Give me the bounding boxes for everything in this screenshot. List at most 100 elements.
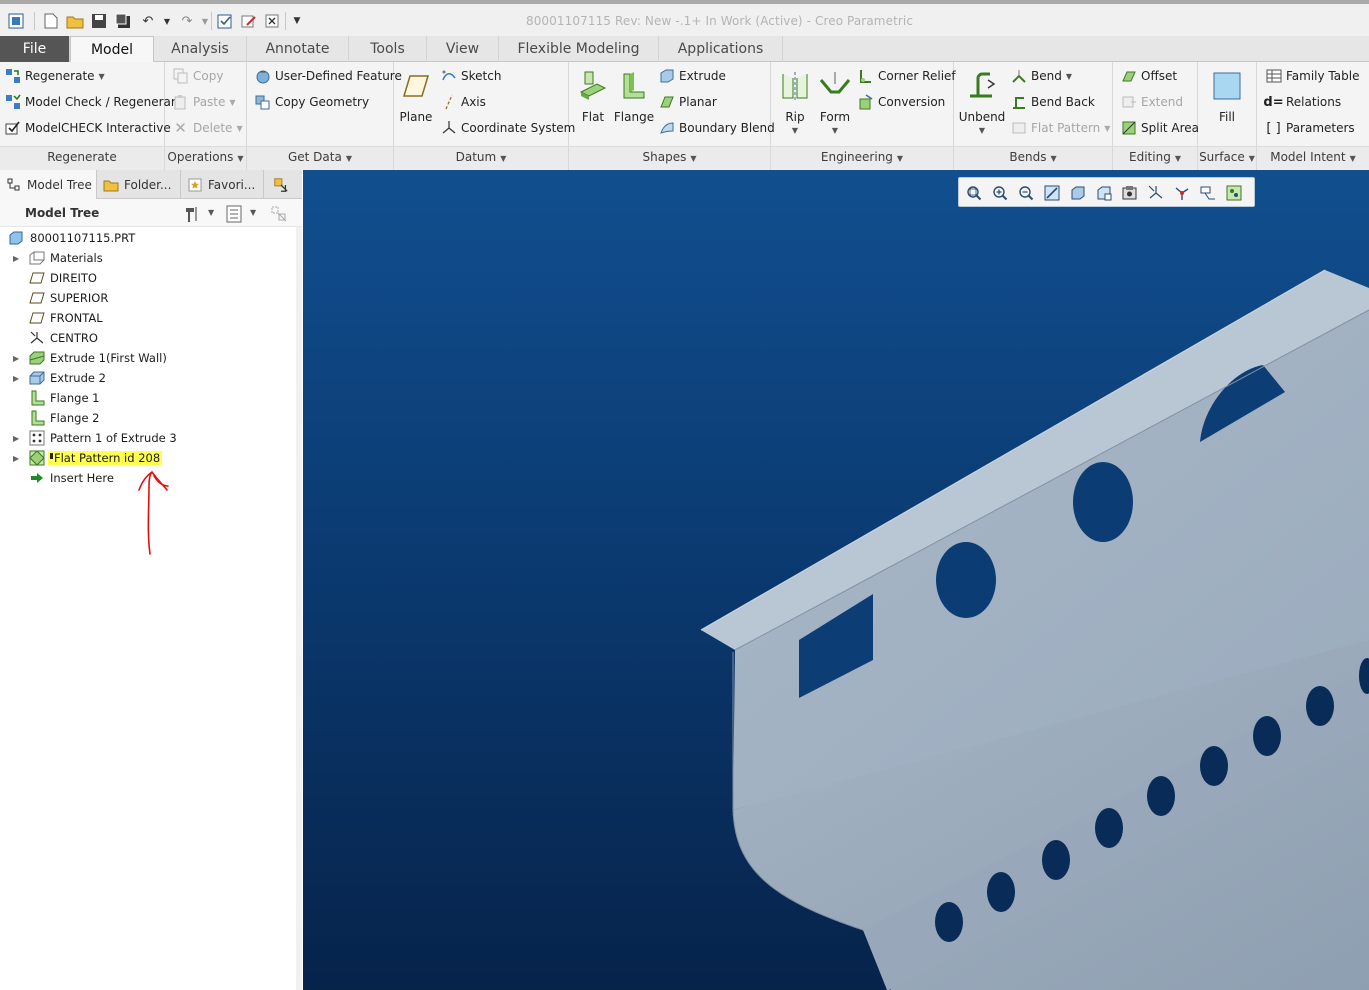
hammer-icon[interactable] bbox=[183, 205, 201, 222]
relations-button[interactable]: d= Relations bbox=[1263, 92, 1341, 112]
group-label-bends[interactable]: Bends ▼ bbox=[954, 150, 1112, 166]
chevron-down-icon[interactable]: ▼ bbox=[832, 126, 838, 135]
group-label-surface[interactable]: Surface ▼ bbox=[1198, 150, 1256, 166]
extend-button[interactable]: Extend bbox=[1120, 92, 1183, 112]
chevron-down-icon[interactable]: ▼ bbox=[250, 208, 256, 224]
rip-button[interactable]: Rip ▼ bbox=[773, 70, 817, 135]
tree-item[interactable]: FRONTAL bbox=[0, 308, 296, 328]
tree-item[interactable]: ▶ Pattern 1 of Extrude 3 bbox=[0, 428, 296, 448]
corner-relief-button[interactable]: Corner Relief bbox=[857, 66, 956, 86]
pattern-icon bbox=[29, 430, 45, 446]
flat-button[interactable]: Flat bbox=[571, 70, 615, 124]
expand-arrow-icon[interactable]: ▶ bbox=[13, 454, 23, 463]
bend-back-button[interactable]: Bend Back bbox=[1010, 92, 1095, 112]
modelcheck-interactive-button[interactable]: ModelCHECK Interactive bbox=[4, 118, 171, 138]
planar-button[interactable]: Planar bbox=[658, 92, 717, 112]
tree-item[interactable]: ▶ Extrude 2 bbox=[0, 368, 296, 388]
extrude-button[interactable]: Extrude bbox=[658, 66, 726, 86]
sheet-metal-part-model[interactable] bbox=[303, 170, 1369, 990]
tree-filter-icon[interactable] bbox=[270, 205, 288, 222]
copy-label: Copy bbox=[193, 69, 224, 83]
unbend-button[interactable]: Unbend ▼ bbox=[958, 70, 1006, 135]
tab-model[interactable]: Model bbox=[70, 36, 154, 63]
boundary-blend-button[interactable]: Boundary Blend bbox=[658, 118, 775, 138]
tab-file[interactable]: File bbox=[0, 36, 70, 62]
graphics-viewport[interactable] bbox=[303, 170, 1369, 990]
tree-item[interactable]: ▶ Extrude 1(First Wall) bbox=[0, 348, 296, 368]
datum-plane-icon bbox=[29, 290, 45, 306]
model-check-button[interactable]: Model Check / Regenerar bbox=[4, 92, 176, 112]
plane-button[interactable]: Plane bbox=[394, 70, 438, 124]
expand-arrow-icon[interactable]: ▶ bbox=[13, 254, 23, 263]
tree-item[interactable]: CENTRO bbox=[0, 328, 296, 348]
tab-tools[interactable]: Tools bbox=[349, 36, 427, 62]
tab-applications[interactable]: Applications bbox=[659, 36, 783, 62]
copy-button[interactable]: Copy bbox=[172, 66, 223, 86]
family-table-button[interactable]: Family Table bbox=[1265, 66, 1359, 86]
parameters-button[interactable]: [ ] Parameters bbox=[1265, 118, 1354, 138]
group-label-engineering[interactable]: Engineering ▼ bbox=[771, 150, 953, 166]
conversion-button[interactable]: Conversion bbox=[857, 92, 945, 112]
group-shapes: Flat Flange Extrude Planar Boundary Blen… bbox=[569, 62, 775, 170]
datum-plane-icon bbox=[29, 310, 45, 326]
tree-item[interactable]: Flange 1 bbox=[0, 388, 296, 408]
chevron-down-icon[interactable]: ▼ bbox=[236, 124, 242, 133]
flat-pattern-button[interactable]: Flat Pattern ▼ bbox=[1010, 118, 1110, 138]
paste-button[interactable]: Paste ▼ bbox=[172, 92, 236, 112]
panel-settings-button[interactable] bbox=[264, 170, 302, 199]
chevron-down-icon[interactable]: ▼ bbox=[792, 126, 798, 135]
expand-arrow-icon[interactable]: ▶ bbox=[13, 374, 23, 383]
tree-columns-icon[interactable] bbox=[226, 205, 242, 223]
group-label-model-intent[interactable]: Model Intent ▼ bbox=[1257, 150, 1369, 166]
expand-arrow-icon[interactable]: ▶ bbox=[13, 354, 23, 363]
group-label-datum[interactable]: Datum ▼ bbox=[394, 150, 568, 166]
tree-item[interactable]: ▶ Materials bbox=[0, 248, 296, 268]
tree-scrollbar[interactable] bbox=[296, 227, 302, 990]
expand-arrow-icon[interactable]: ▶ bbox=[13, 434, 23, 443]
boundary-blend-icon bbox=[658, 120, 675, 136]
group-label-editing[interactable]: Editing ▼ bbox=[1113, 150, 1197, 166]
tree-item[interactable]: Flange 2 bbox=[0, 408, 296, 428]
regenerate-button[interactable]: Regenerate ▼ bbox=[4, 66, 105, 86]
insert-here-arrow-icon bbox=[29, 470, 45, 486]
tab-favorites[interactable]: Favori... bbox=[181, 170, 264, 199]
form-label: Form bbox=[819, 110, 851, 124]
tab-flexible-modeling[interactable]: Flexible Modeling bbox=[499, 36, 659, 62]
group-label-get-data[interactable]: Get Data ▼ bbox=[247, 150, 393, 166]
group-label-shapes[interactable]: Shapes ▼ bbox=[569, 150, 770, 166]
planar-icon bbox=[658, 94, 675, 110]
split-area-button[interactable]: Split Area bbox=[1120, 118, 1199, 138]
copy-geometry-button[interactable]: Copy Geometry bbox=[254, 92, 369, 112]
tab-analysis[interactable]: Analysis bbox=[154, 36, 247, 62]
unbend-label: Unbend bbox=[958, 110, 1006, 124]
chevron-down-icon[interactable]: ▼ bbox=[1066, 72, 1072, 81]
chevron-down-icon[interactable]: ▼ bbox=[229, 98, 235, 107]
flange-icon bbox=[618, 70, 650, 102]
tree-item[interactable]: SUPERIOR bbox=[0, 288, 296, 308]
navigator-tabs: Model Tree Folder... Favori... bbox=[0, 170, 302, 199]
chevron-down-icon[interactable]: ▼ bbox=[979, 126, 985, 135]
fill-button[interactable]: Fill bbox=[1205, 70, 1249, 124]
tab-view[interactable]: View bbox=[427, 36, 499, 62]
group-label-operations[interactable]: Operations ▼ bbox=[165, 150, 246, 166]
tab-annotate[interactable]: Annotate bbox=[247, 36, 349, 62]
delete-button[interactable]: ✕ Delete ▼ bbox=[172, 118, 242, 138]
chevron-down-icon[interactable]: ▼ bbox=[1104, 124, 1110, 133]
regenerate-label: Regenerate bbox=[25, 69, 95, 83]
form-button[interactable]: Form ▼ bbox=[813, 70, 857, 135]
bend-button[interactable]: Bend ▼ bbox=[1010, 66, 1072, 86]
user-defined-feature-button[interactable]: User-Defined Feature bbox=[254, 66, 402, 86]
tab-model-tree[interactable]: Model Tree bbox=[0, 170, 97, 199]
sketch-button[interactable]: Sketch bbox=[440, 66, 501, 86]
offset-button[interactable]: Offset bbox=[1120, 66, 1177, 86]
flange-button[interactable]: Flange bbox=[612, 70, 656, 124]
tab-folder-browser[interactable]: Folder... bbox=[97, 170, 181, 199]
chevron-down-icon: ▼ bbox=[500, 154, 507, 163]
tree-item[interactable]: 80001107115.PRT bbox=[0, 228, 296, 248]
chevron-down-icon[interactable]: ▼ bbox=[208, 208, 214, 224]
coordinate-system-button[interactable]: Coordinate System bbox=[440, 118, 575, 138]
family-table-label: Family Table bbox=[1286, 69, 1360, 83]
axis-button[interactable]: Axis bbox=[440, 92, 486, 112]
tree-item[interactable]: DIREITO bbox=[0, 268, 296, 288]
chevron-down-icon[interactable]: ▼ bbox=[99, 72, 105, 81]
